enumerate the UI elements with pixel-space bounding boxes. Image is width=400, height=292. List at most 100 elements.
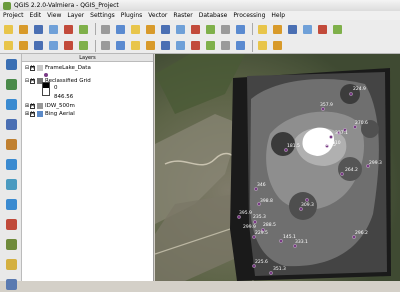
zoom-in-button[interactable] [129, 23, 142, 36]
new-project-icon [4, 24, 13, 34]
node-tool-icon [79, 41, 88, 50]
menu-project[interactable]: Project [3, 12, 24, 19]
zoom-next-button[interactable] [234, 23, 247, 36]
undo-button[interactable] [159, 39, 172, 52]
layer-row[interactable]: ⊞ Bing Aerial [24, 110, 75, 118]
zoom-actual-button[interactable] [159, 23, 172, 36]
zoom-last-icon [221, 24, 230, 34]
measure-button[interactable] [301, 23, 314, 36]
toolbar-separator [95, 39, 96, 52]
label-show-button[interactable] [219, 39, 232, 52]
pan-button[interactable] [99, 23, 112, 36]
paste-button[interactable] [144, 39, 157, 52]
map-label: 181.5 [287, 143, 300, 149]
composer-manager-button[interactable] [77, 23, 90, 36]
layer-checkbox[interactable] [30, 77, 35, 84]
redo-button[interactable] [174, 39, 187, 52]
layers-panel-header: Layers [22, 54, 153, 62]
delete-button[interactable] [99, 39, 112, 52]
zoom-full-button[interactable] [174, 23, 187, 36]
save-edits-button[interactable] [32, 39, 45, 52]
add-wcs-layer-button[interactable] [3, 176, 19, 192]
layers-panel: Layers ⊟ FrameLake_Data ⊟ Reclassified G… [22, 54, 154, 281]
label-pin-icon [206, 41, 215, 50]
node-tool-button[interactable] [77, 39, 90, 52]
copy-icon [131, 41, 140, 50]
save-project-icon [34, 24, 43, 34]
add-vector-layer-icon [5, 58, 17, 70]
add-spatialite-layer-button[interactable] [3, 116, 19, 132]
add-oracle-layer-button[interactable] [3, 216, 19, 232]
menu-database[interactable]: Database [199, 12, 228, 19]
new-spatialite-icon [5, 278, 17, 290]
pan-to-selection-button[interactable] [114, 23, 127, 36]
map-label: 309.3 [301, 202, 314, 208]
menu-help[interactable]: Help [271, 12, 285, 19]
map-label: 235.3 [253, 214, 266, 220]
toolbar-separator [95, 23, 96, 35]
add-wms-layer-button[interactable] [3, 156, 19, 172]
digitize-button[interactable] [2, 39, 15, 52]
save-as-button[interactable] [47, 23, 60, 36]
layer-checkbox[interactable] [30, 110, 35, 117]
add-raster-layer-button[interactable] [3, 76, 19, 92]
print-composer-icon [64, 24, 73, 34]
copy-button[interactable] [129, 39, 142, 52]
label-rotate-button[interactable] [256, 39, 269, 52]
menu-plugins[interactable]: Plugins [121, 12, 143, 19]
map-svg[interactable]: 357.9 224.9 337.1 270.6 181.5 310 227.5 … [155, 54, 400, 281]
map-label: 270.6 [355, 120, 368, 126]
open-project-button[interactable] [17, 23, 30, 36]
menu-vector[interactable]: Vector [148, 12, 167, 19]
refresh-icon [258, 24, 267, 34]
add-delimited-text-button[interactable] [3, 236, 19, 252]
label-change-button[interactable] [271, 39, 284, 52]
add-feature-button[interactable] [47, 39, 60, 52]
map-label: 337.1 [335, 130, 348, 136]
map-label: 299.9 [243, 224, 256, 230]
layer-row[interactable]: ⊟ FrameLake_Data [24, 64, 91, 72]
layer-checkbox[interactable] [30, 64, 35, 71]
zoom-out-button[interactable] [144, 23, 157, 36]
label-move-button[interactable] [234, 39, 247, 52]
menu-edit[interactable]: Edit [30, 12, 42, 19]
label-pin-button[interactable] [204, 39, 217, 52]
menu-layer[interactable]: Layer [67, 12, 84, 19]
add-oracle-layer-icon [5, 218, 17, 230]
zoom-selection-button[interactable] [204, 23, 217, 36]
new-project-button[interactable] [2, 23, 15, 36]
annotation-button[interactable] [316, 23, 329, 36]
identify-button[interactable] [271, 23, 284, 36]
sample-point [329, 135, 333, 139]
add-vector-layer-button[interactable] [3, 56, 19, 72]
label-button[interactable] [189, 39, 202, 52]
new-spatialite-button[interactable] [3, 276, 19, 292]
zoom-last-button[interactable] [219, 23, 232, 36]
layer-checkbox[interactable] [30, 102, 35, 109]
map-tips-button[interactable] [331, 23, 344, 36]
new-shapefile-icon [5, 258, 17, 270]
menu-settings[interactable]: Settings [90, 12, 115, 19]
add-postgis-layer-icon [5, 98, 17, 110]
add-mssql-layer-button[interactable] [3, 136, 19, 152]
menu-processing[interactable]: Processing [233, 12, 265, 19]
menu-view[interactable]: View [47, 12, 61, 19]
new-shapefile-button[interactable] [3, 256, 19, 272]
print-composer-button[interactable] [62, 23, 75, 36]
move-feature-button[interactable] [62, 39, 75, 52]
add-postgis-layer-button[interactable] [3, 96, 19, 112]
digitize-icon [4, 41, 13, 50]
add-wfs-layer-button[interactable] [3, 196, 19, 212]
vector-layer-icon [37, 65, 43, 71]
select-button[interactable] [286, 23, 299, 36]
menu-raster[interactable]: Raster [173, 12, 192, 19]
undo-icon [161, 41, 170, 50]
select-icon [288, 24, 297, 34]
refresh-button[interactable] [256, 23, 269, 36]
save-project-button[interactable] [32, 23, 45, 36]
map-canvas[interactable]: 357.9 224.9 337.1 270.6 181.5 310 227.5 … [155, 54, 400, 281]
cut-button[interactable] [114, 39, 127, 52]
zoom-layer-button[interactable] [189, 23, 202, 36]
zoom-actual-icon [161, 24, 170, 34]
toggle-edit-button[interactable] [17, 39, 30, 52]
